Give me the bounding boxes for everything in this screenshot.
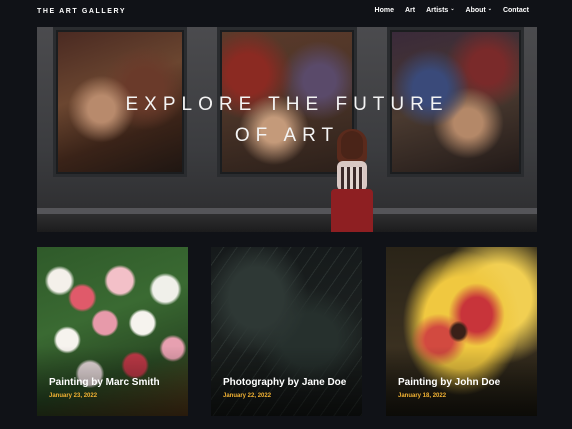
card-title[interactable]: Photography by Jane Doe (223, 377, 346, 388)
artwork-card[interactable]: Painting by Marc Smith January 23, 2022 (37, 247, 188, 416)
artwork-card[interactable]: Photography by Jane Doe January 22, 2022 (211, 247, 362, 416)
gallery-floor (37, 214, 537, 232)
artwork-card[interactable]: Painting by John Doe January 18, 2022 (386, 247, 537, 416)
chevron-down-icon: ⌄ (450, 6, 455, 12)
nav-about[interactable]: About ⌄ (465, 6, 492, 14)
hero-title-line2: OF ART (234, 125, 340, 146)
nav-contact[interactable]: Contact (503, 7, 529, 14)
hero-title-line1: EXPLORE THE FUTURE (125, 94, 449, 115)
main-nav: Home Art Artists ⌄ About ⌄ Contact (375, 6, 529, 14)
card-title[interactable]: Painting by Marc Smith (49, 377, 160, 388)
site-logo-text[interactable]: THE ART GALLERY (37, 8, 126, 15)
nav-about-label: About (465, 7, 486, 14)
nav-art[interactable]: Art (405, 7, 415, 14)
nav-artists[interactable]: Artists ⌄ (426, 6, 455, 14)
nav-artists-label: Artists (426, 7, 449, 14)
card-date: January 22, 2022 (223, 393, 272, 399)
nav-home-label: Home (374, 7, 394, 14)
card-date: January 23, 2022 (49, 393, 98, 399)
nav-contact-label: Contact (502, 7, 529, 14)
chevron-down-icon: ⌄ (487, 6, 492, 12)
hero-title: EXPLORE THE FUTURE OF ART (37, 89, 537, 151)
nav-art-label: Art (405, 7, 416, 14)
hero-banner: EXPLORE THE FUTURE OF ART (37, 27, 537, 232)
card-title[interactable]: Painting by John Doe (398, 377, 500, 388)
nav-home[interactable]: Home (375, 7, 394, 14)
top-navigation-bar: THE ART GALLERY Home Art Artists ⌄ About ⌄… (0, 0, 572, 26)
card-date: January 18, 2022 (398, 393, 447, 399)
